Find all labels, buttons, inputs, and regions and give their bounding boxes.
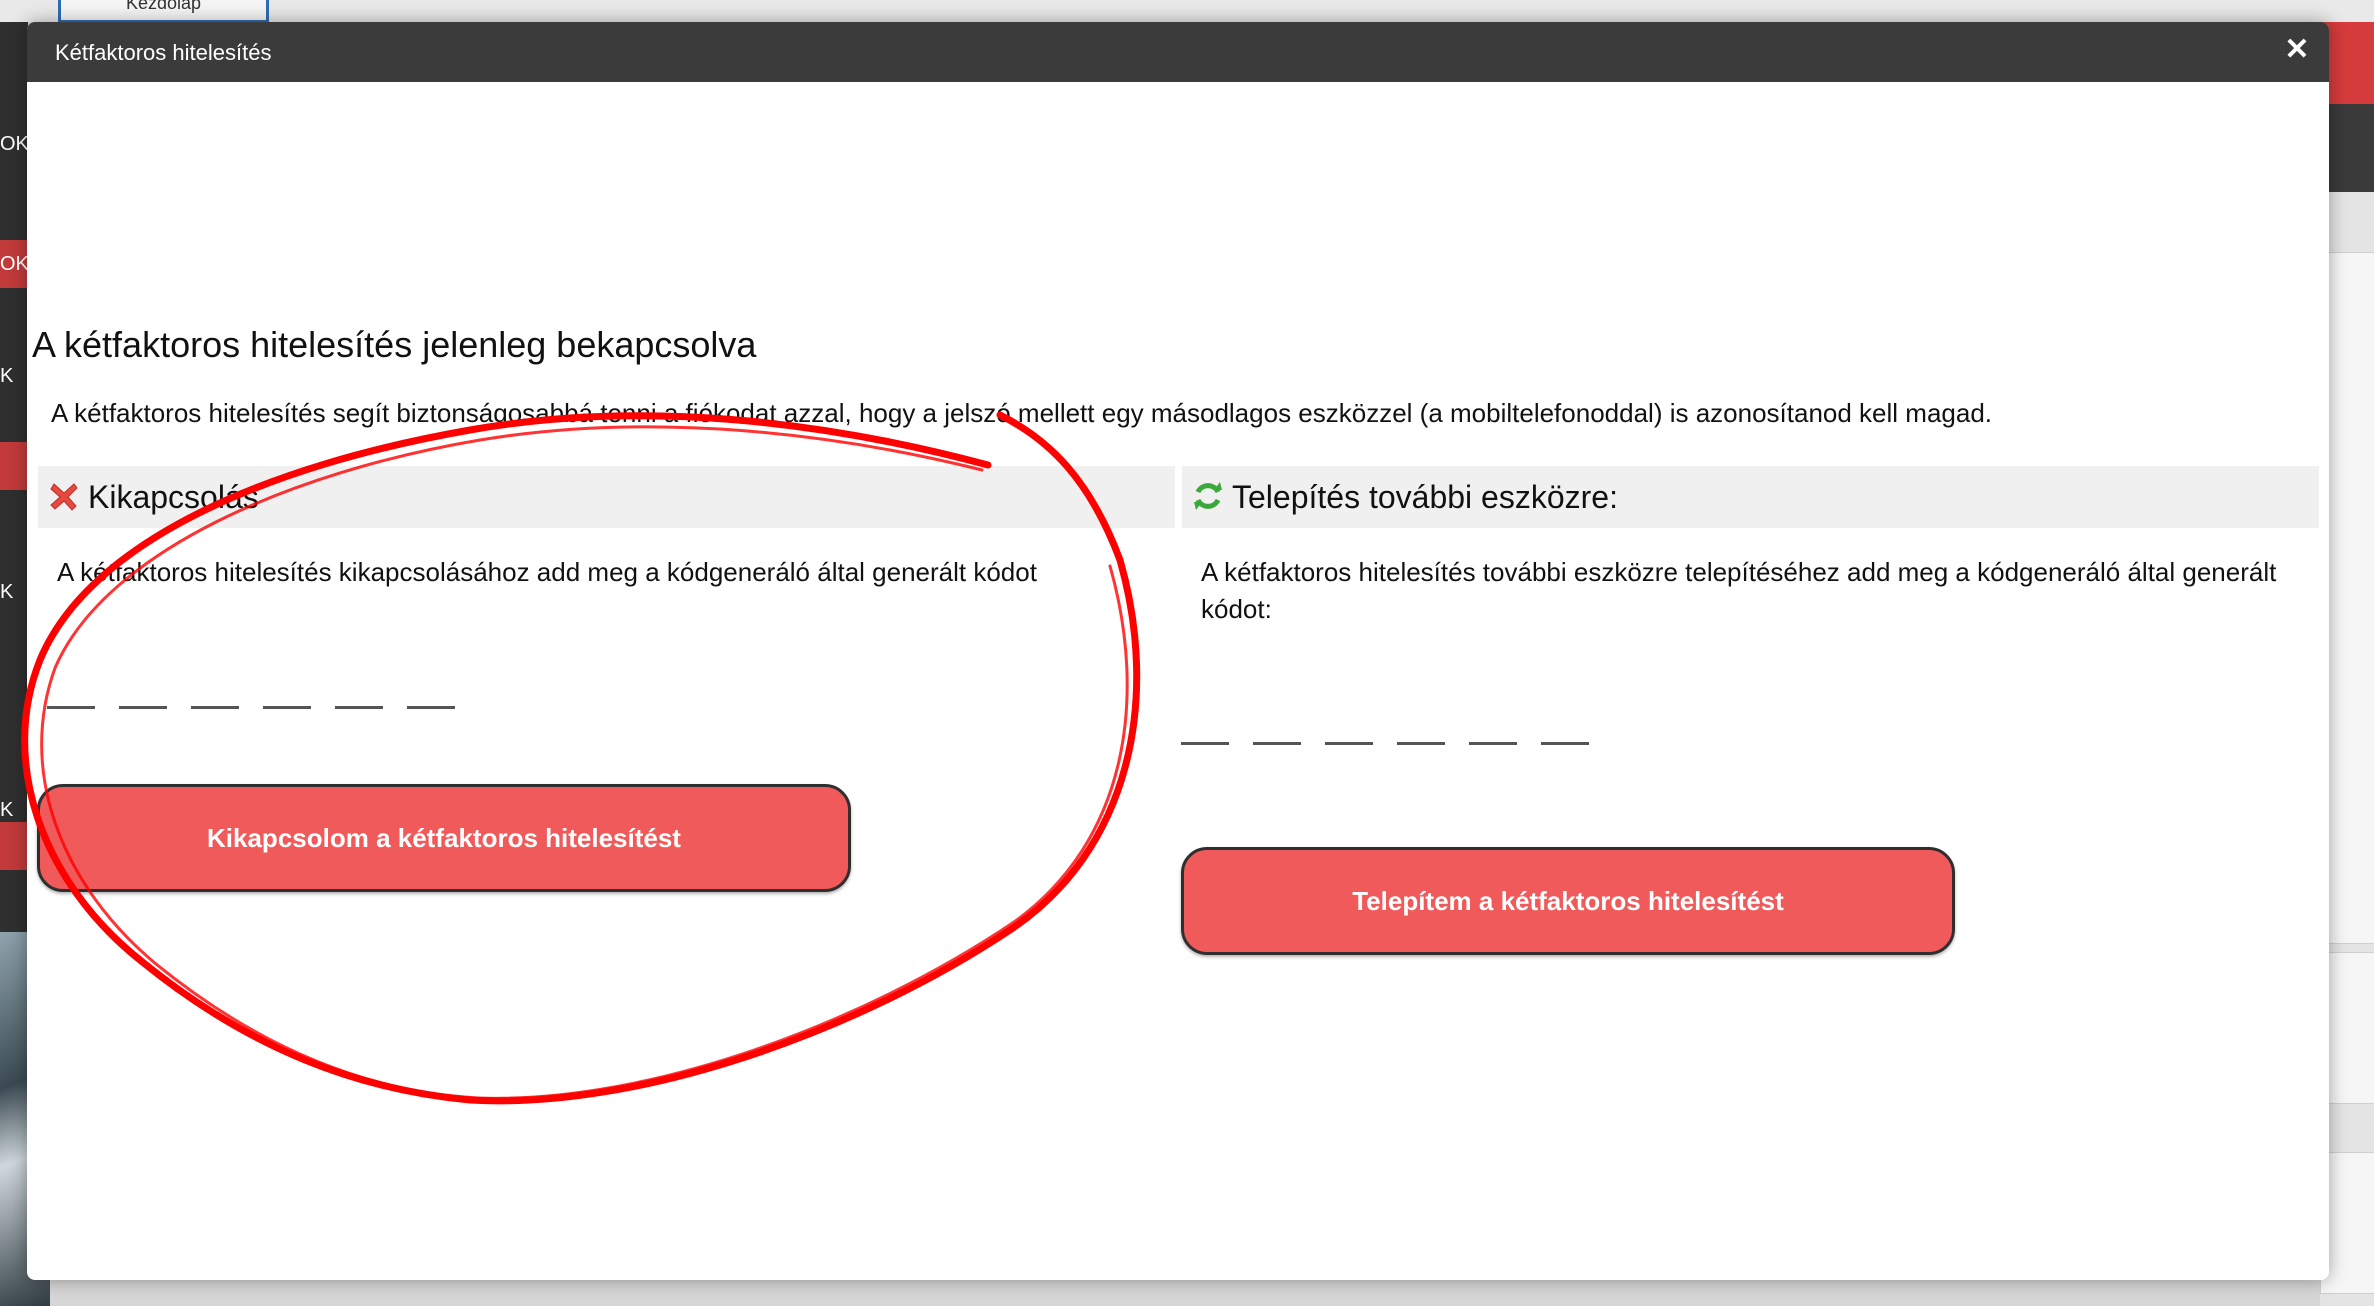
code-digit-slot[interactable] [47, 706, 95, 709]
install-2fa-button[interactable]: Telepítem a kétfaktoros hitelesítést [1181, 847, 1955, 955]
sidebar-fragment-red[interactable] [0, 442, 28, 490]
close-icon[interactable]: ✕ [2279, 32, 2315, 68]
disable-description: A kétfaktoros hitelesítés kikapcsolásáho… [57, 557, 1037, 587]
install-code-input[interactable] [1181, 742, 1589, 745]
intro-text: A kétfaktoros hitelesítés segít biztonsá… [51, 398, 1993, 428]
code-digit-slot[interactable] [1181, 742, 1229, 745]
disable-section-header: Kikapcsolás [38, 466, 1175, 528]
sidebar-fragment[interactable]: OK [0, 240, 28, 288]
code-digit-slot[interactable] [263, 706, 311, 709]
two-factor-modal: Kétfaktoros hitelesítés ✕ A kétfaktoros … [27, 22, 2329, 1280]
red-x-icon [50, 483, 78, 511]
code-digit-slot[interactable] [335, 706, 383, 709]
code-digit-slot[interactable] [191, 706, 239, 709]
code-digit-slot[interactable] [1397, 742, 1445, 745]
modal-header: Kétfaktoros hitelesítés ✕ [27, 22, 2329, 82]
background-sidebar: OK OK K K K [0, 22, 50, 1306]
sidebar-fragment-red[interactable] [0, 822, 28, 870]
install-description: A kétfaktoros hitelesítés további eszköz… [1201, 557, 2277, 624]
background-tab-home[interactable]: Kezdőlap [58, 0, 269, 23]
code-digit-slot[interactable] [1469, 742, 1517, 745]
sidebar-fragment[interactable]: OK [0, 120, 28, 168]
background-topbar [0, 0, 2374, 22]
code-digit-slot[interactable] [1253, 742, 1301, 745]
disable-2fa-button[interactable]: Kikapcsolom a kétfaktoros hitelesítést [37, 784, 851, 892]
status-title: A kétfaktoros hitelesítés jelenleg bekap… [32, 324, 757, 365]
install-section-header: Telepítés további eszközre: [1182, 466, 2319, 528]
code-digit-slot[interactable] [1325, 742, 1373, 745]
code-digit-slot[interactable] [119, 706, 167, 709]
code-digit-slot[interactable] [1541, 742, 1589, 745]
green-refresh-icon [1194, 482, 1222, 510]
disable-code-input[interactable] [47, 706, 455, 709]
disable-heading: Kikapcsolás [88, 479, 259, 515]
code-digit-slot[interactable] [407, 706, 455, 709]
modal-title: Kétfaktoros hitelesítés [55, 40, 272, 65]
install-heading: Telepítés további eszközre: [1232, 479, 1618, 515]
sidebar-fragment[interactable]: K [0, 352, 28, 400]
sidebar-fragment[interactable]: K [0, 568, 28, 616]
